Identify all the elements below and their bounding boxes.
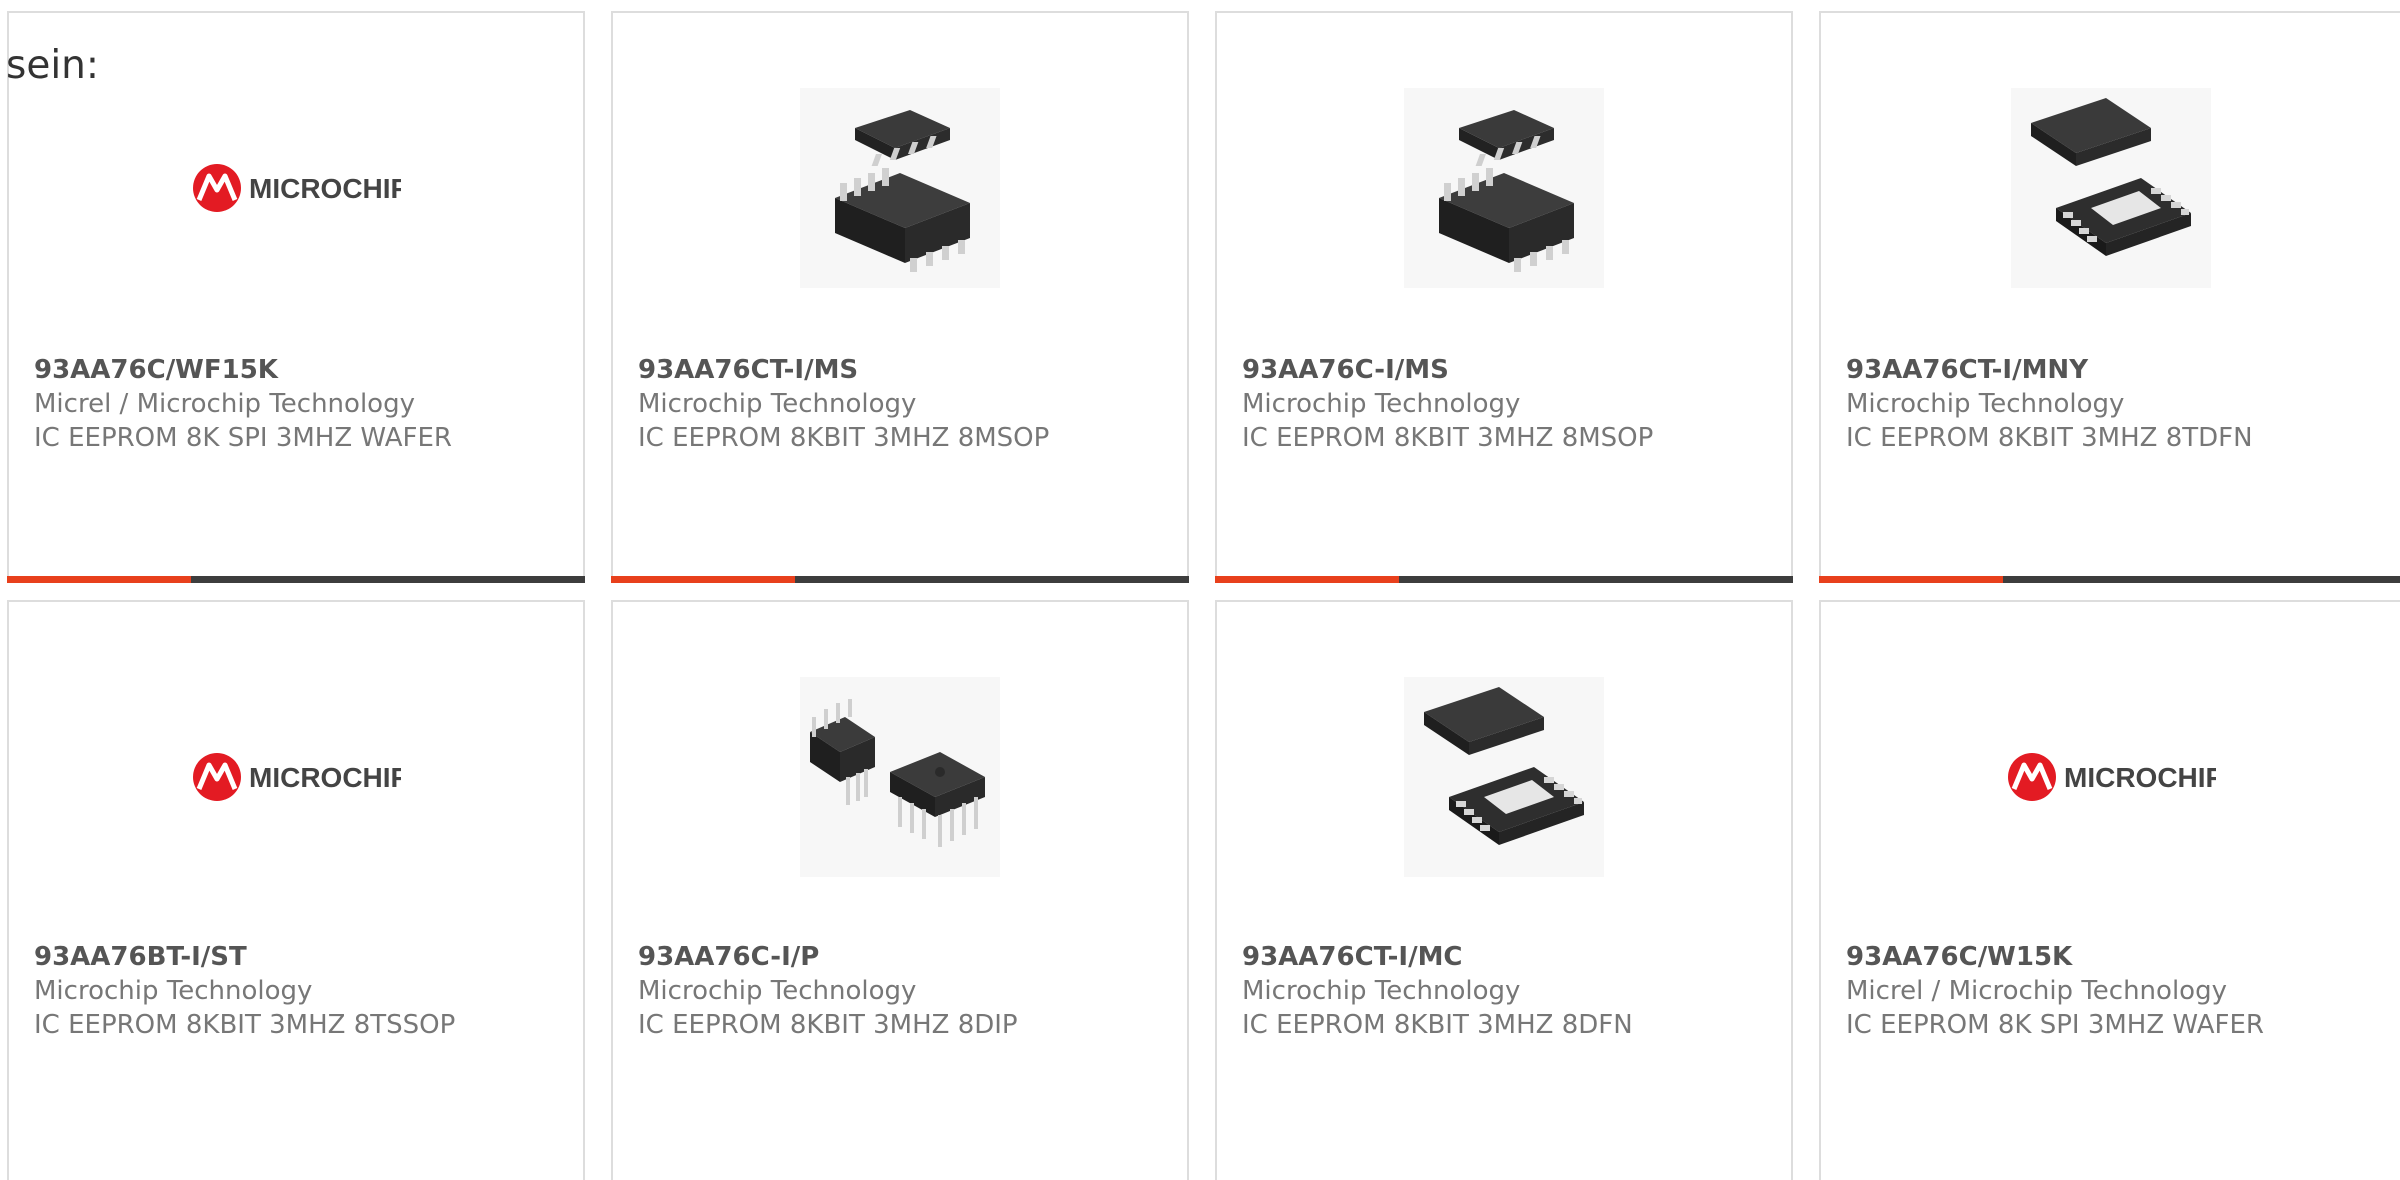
product-card[interactable]: 93AA76CT-I/MC Microchip Technology IC EE…: [1215, 600, 1793, 1180]
manufacturer-name: Microchip Technology: [1242, 389, 1521, 419]
manufacturer-name: Micrel / Microchip Technology: [34, 389, 415, 419]
product-description: IC EEPROM 8K SPI 3MHZ WAFER: [34, 423, 452, 453]
manufacturer-name: Microchip Technology: [638, 389, 917, 419]
part-number-link[interactable]: 93AA76C/W15K: [1846, 940, 2390, 974]
microchip-logo-icon: MICROCHIP: [193, 753, 401, 801]
card-accent-bar: [611, 576, 795, 583]
manufacturer-name: Microchip Technology: [638, 976, 917, 1006]
card-footer-bar: [611, 576, 1189, 583]
part-number-link[interactable]: 93AA76CT-I/MNY: [1846, 353, 2390, 387]
part-number-link[interactable]: 93AA76C/WF15K: [34, 353, 573, 387]
part-number-link[interactable]: 93AA76C-I/P: [638, 940, 1177, 974]
product-card[interactable]: 93AA76C-I/P Microchip Technology IC EEPR…: [611, 600, 1189, 1180]
product-image[interactable]: [1217, 672, 1791, 882]
msop-package-icon: [800, 88, 1000, 288]
product-card[interactable]: MICROCHIP 93AA76C/WF15K Micrel / Microch…: [7, 11, 585, 583]
product-description: IC EEPROM 8KBIT 3MHZ 8DFN: [1242, 1010, 1633, 1040]
product-card[interactable]: 93AA76C-I/MS Microchip Technology IC EEP…: [1215, 11, 1793, 583]
svg-text:MICROCHIP: MICROCHIP: [2064, 762, 2216, 793]
product-description: IC EEPROM 8KBIT 3MHZ 8TDFN: [1846, 423, 2253, 453]
intro-text: sein:: [6, 43, 100, 88]
product-description: IC EEPROM 8KBIT 3MHZ 8MSOP: [1242, 423, 1654, 453]
part-number-link[interactable]: 93AA76CT-I/MC: [1242, 940, 1781, 974]
product-image[interactable]: MICROCHIP: [1821, 672, 2400, 882]
msop-package-icon: [1404, 88, 1604, 288]
card-accent-bar: [1215, 576, 1399, 583]
product-description: IC EEPROM 8KBIT 3MHZ 8TSSOP: [34, 1010, 456, 1040]
svg-text:MICROCHIP: MICROCHIP: [249, 173, 401, 204]
dfn-package-icon: [2010, 88, 2211, 288]
product-image[interactable]: [613, 672, 1187, 882]
manufacturer-name: Microchip Technology: [34, 976, 313, 1006]
product-card[interactable]: 93AA76CT-I/MNY Microchip Technology IC E…: [1819, 11, 2400, 583]
card-accent-bar: [7, 576, 191, 583]
card-accent-bar: [1819, 576, 2003, 583]
dip-package-icon: [800, 677, 1000, 877]
product-card[interactable]: MICROCHIP 93AA76C/W15K Micrel / Microchi…: [1819, 600, 2400, 1180]
part-number-link[interactable]: 93AA76BT-I/ST: [34, 940, 573, 974]
product-image[interactable]: [613, 83, 1187, 293]
product-image[interactable]: MICROCHIP: [9, 83, 583, 293]
product-grid: MICROCHIP 93AA76C/WF15K Micrel / Microch…: [0, 0, 2400, 1180]
product-card[interactable]: 93AA76CT-I/MS Microchip Technology IC EE…: [611, 11, 1189, 583]
card-footer-bar: [7, 576, 585, 583]
part-number-link[interactable]: 93AA76CT-I/MS: [638, 353, 1177, 387]
product-description: IC EEPROM 8K SPI 3MHZ WAFER: [1846, 1010, 2264, 1040]
microchip-logo-icon: MICROCHIP: [193, 164, 401, 212]
dfn-package-icon: [1404, 677, 1604, 877]
svg-text:MICROCHIP: MICROCHIP: [249, 762, 401, 793]
microchip-logo-icon: MICROCHIP: [2007, 753, 2216, 801]
product-image[interactable]: [1821, 83, 2400, 293]
product-image[interactable]: [1217, 83, 1791, 293]
card-footer-bar: [1215, 576, 1793, 583]
product-description: IC EEPROM 8KBIT 3MHZ 8DIP: [638, 1010, 1018, 1040]
product-description: IC EEPROM 8KBIT 3MHZ 8MSOP: [638, 423, 1050, 453]
product-image[interactable]: MICROCHIP: [9, 672, 583, 882]
part-number-link[interactable]: 93AA76C-I/MS: [1242, 353, 1781, 387]
card-footer-bar: [1819, 576, 2400, 583]
product-card[interactable]: MICROCHIP 93AA76BT-I/ST Microchip Techno…: [7, 600, 585, 1180]
manufacturer-name: Microchip Technology: [1242, 976, 1521, 1006]
manufacturer-name: Microchip Technology: [1846, 389, 2125, 419]
manufacturer-name: Micrel / Microchip Technology: [1846, 976, 2227, 1006]
